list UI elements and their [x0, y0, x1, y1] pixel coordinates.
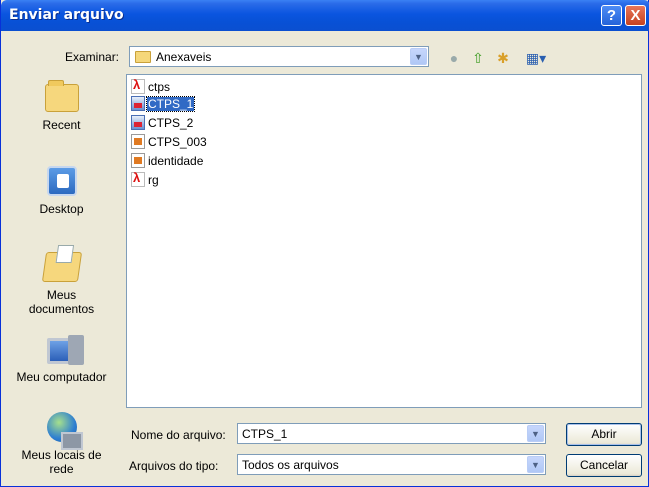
place-label: Meu computador: [16, 370, 107, 384]
document-file-icon: [131, 134, 145, 150]
cancel-button[interactable]: Cancelar: [566, 454, 642, 477]
image-file-icon: [131, 96, 145, 112]
pdf-file-icon: [131, 77, 145, 95]
filetype-dropdown[interactable]: Todos os arquivos ▼: [237, 454, 546, 475]
list-item[interactable]: identidade: [131, 153, 204, 170]
file-name: CTPS_003: [148, 134, 207, 149]
folder-icon: [135, 51, 151, 63]
chevron-down-icon[interactable]: ▼: [410, 48, 427, 65]
place-network[interactable]: Meus locais de rede: [5, 412, 118, 476]
chevron-down-icon[interactable]: ▼: [527, 425, 544, 442]
filename-value: CTPS_1: [242, 427, 288, 441]
list-item[interactable]: CTPS_003: [131, 134, 208, 151]
place-label: Desktop: [39, 202, 84, 216]
place-label: Meus locais de rede: [21, 448, 102, 476]
document-file-icon: [131, 153, 145, 169]
place-recent[interactable]: Recent: [5, 80, 118, 132]
filetype-label: Arquivos do tipo:: [129, 459, 219, 473]
place-my-documents[interactable]: Meus documentos: [5, 252, 118, 316]
filename-input[interactable]: CTPS_1 ▼: [237, 423, 546, 444]
file-name: CTPS_1: [145, 95, 196, 112]
place-my-computer[interactable]: Meu computador: [5, 335, 118, 384]
place-label: Meus documentos: [28, 288, 95, 316]
new-folder-icon[interactable]: ✱: [494, 49, 512, 67]
filetype-value: Todos os arquivos: [242, 458, 339, 472]
file-name: identidade: [148, 153, 204, 168]
look-in-value: Anexaveis: [156, 50, 212, 64]
chevron-down-icon[interactable]: ▼: [527, 456, 544, 473]
file-name: ctps: [148, 79, 171, 94]
image-file-icon: [131, 115, 145, 131]
list-item[interactable]: CTPS_1: [131, 95, 196, 113]
title-bar[interactable]: Enviar arquivo ? X: [1, 0, 649, 31]
help-button[interactable]: ?: [601, 5, 622, 26]
view-menu-icon[interactable]: ▦▾: [521, 49, 551, 67]
recent-folder-icon: [44, 80, 79, 112]
desktop-icon: [46, 166, 77, 196]
up-folder-icon[interactable]: ⇧: [469, 49, 487, 67]
file-list[interactable]: ctps CTPS_1 CTPS_2 CTPS_003 identidade r…: [126, 74, 642, 408]
network-places-icon: [46, 412, 83, 450]
file-name: rg: [148, 172, 159, 187]
file-name: CTPS_2: [148, 115, 194, 130]
my-computer-icon: [46, 335, 84, 365]
list-item[interactable]: CTPS_2: [131, 115, 194, 132]
open-file-dialog: Enviar arquivo ? X Examinar: Anexaveis ▼…: [0, 0, 649, 487]
window-title: Enviar arquivo: [9, 7, 124, 23]
open-button[interactable]: Abrir: [566, 423, 642, 446]
back-icon[interactable]: ●: [445, 49, 463, 67]
close-button[interactable]: X: [625, 5, 646, 26]
look-in-dropdown[interactable]: Anexaveis ▼: [129, 46, 429, 67]
places-bar: Recent Desktop Meus documentos Meu compu…: [5, 70, 118, 480]
place-desktop[interactable]: Desktop: [5, 166, 118, 216]
look-in-label: Examinar:: [65, 50, 120, 64]
place-label: Recent: [42, 118, 81, 132]
list-item[interactable]: ctps: [131, 77, 171, 96]
list-item[interactable]: rg: [131, 170, 160, 189]
filename-label: Nome do arquivo:: [131, 428, 226, 442]
my-documents-icon: [41, 252, 82, 282]
pdf-file-icon: [131, 170, 145, 188]
